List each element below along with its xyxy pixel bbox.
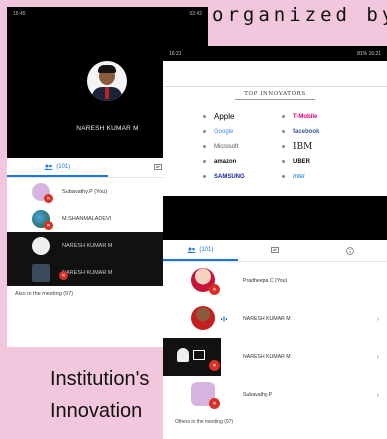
status-right: 81% 16:21 (357, 50, 381, 57)
tab-people[interactable]: (101) (7, 158, 108, 177)
logo-google: Google (203, 126, 282, 137)
participant-row[interactable]: ✕ Subavathy.P › (163, 376, 387, 414)
avatar (32, 237, 50, 255)
people-count: (101) (199, 246, 214, 253)
mic-off-icon: ✕ (44, 194, 53, 203)
tab-info[interactable] (312, 240, 387, 261)
logo-samsung: SAMSUNG (203, 171, 282, 182)
presentation-slide[interactable]: TOP INNOVATORS Apple T-Mobile Google fac… (163, 86, 387, 196)
participant-row[interactable]: NARESH KUMAR M › (163, 300, 387, 338)
screen-share-icon (32, 264, 50, 282)
chat-icon (271, 247, 279, 253)
participants-tabs: (101) (163, 240, 387, 262)
tab-people[interactable]: (101) (163, 240, 238, 261)
mic-off-icon: ✕ (44, 221, 53, 230)
info-icon (345, 246, 354, 255)
logo-intel: Intel (282, 171, 361, 182)
avatar (191, 306, 215, 330)
mic-off-icon: ✕ (209, 360, 220, 371)
logo-amazon: amazon (203, 156, 282, 167)
avatar (177, 348, 189, 362)
logo-grid: Apple T-Mobile Google facebook Microsoft… (203, 111, 361, 182)
logo-uber: UBER (282, 156, 361, 167)
slide-title: TOP INNOVATORS (163, 91, 387, 100)
logo-apple: Apple (203, 111, 282, 122)
participant-name: Subavathy.P (243, 392, 273, 398)
logo-facebook: facebook (282, 126, 361, 137)
chevron-right-icon[interactable]: › (377, 392, 379, 399)
participant-row[interactable]: ✕ NARESH KUMAR M › (163, 338, 387, 376)
mic-off-icon: ✕ (209, 398, 220, 409)
status-left: 16:21 (169, 50, 182, 57)
participant-name: NARESH KUMAR M (62, 269, 113, 276)
participant-name: NARESH KUMAR M (243, 316, 291, 322)
logo-tmobile: T-Mobile (282, 111, 361, 122)
tab-chat[interactable] (238, 240, 313, 261)
participant-row[interactable]: ✕ Pradheepa C (You) (163, 262, 387, 300)
participant-name: Pradheepa C (You) (243, 278, 288, 284)
chevron-right-icon[interactable]: › (377, 354, 379, 361)
background-caption-line2: Innovation (50, 400, 143, 422)
meeting-footer: Others in the meeting (97) (175, 419, 234, 425)
participant-name: NARESH KUMAR M (62, 242, 113, 249)
mic-off-icon: ✕ (59, 271, 68, 280)
participant-name: M.SHANMALADEVI (62, 215, 112, 222)
people-icon (187, 247, 197, 253)
people-icon (44, 164, 54, 170)
status-time: 16:45 (13, 11, 26, 17)
background-caption-top: organized by (212, 4, 387, 26)
chevron-right-icon[interactable]: › (377, 316, 379, 323)
mic-off-icon: ✕ (209, 284, 220, 295)
audio-level-icon (221, 316, 227, 322)
logo-microsoft: Microsoft (203, 141, 282, 152)
status-bar: 16:21 81% 16:21 (163, 46, 387, 61)
participant-name: NARESH KUMAR M (243, 354, 291, 360)
host-avatar (87, 61, 127, 101)
participant-name: Subavathy.P (You) (62, 188, 108, 195)
video-area (163, 196, 387, 240)
status-bar: 16:45 02:42 (7, 7, 208, 21)
status-right: 02:42 (189, 11, 202, 17)
chat-icon (153, 164, 162, 170)
people-count: (101) (56, 163, 71, 170)
phone-screenshot-2: 16:21 81% 16:21 TOP INNOVATORS Apple T-M… (163, 46, 387, 439)
background-caption-line1: Institution's (50, 368, 150, 390)
logo-ibm: IBM (282, 141, 361, 152)
screen-share-icon (193, 350, 205, 360)
